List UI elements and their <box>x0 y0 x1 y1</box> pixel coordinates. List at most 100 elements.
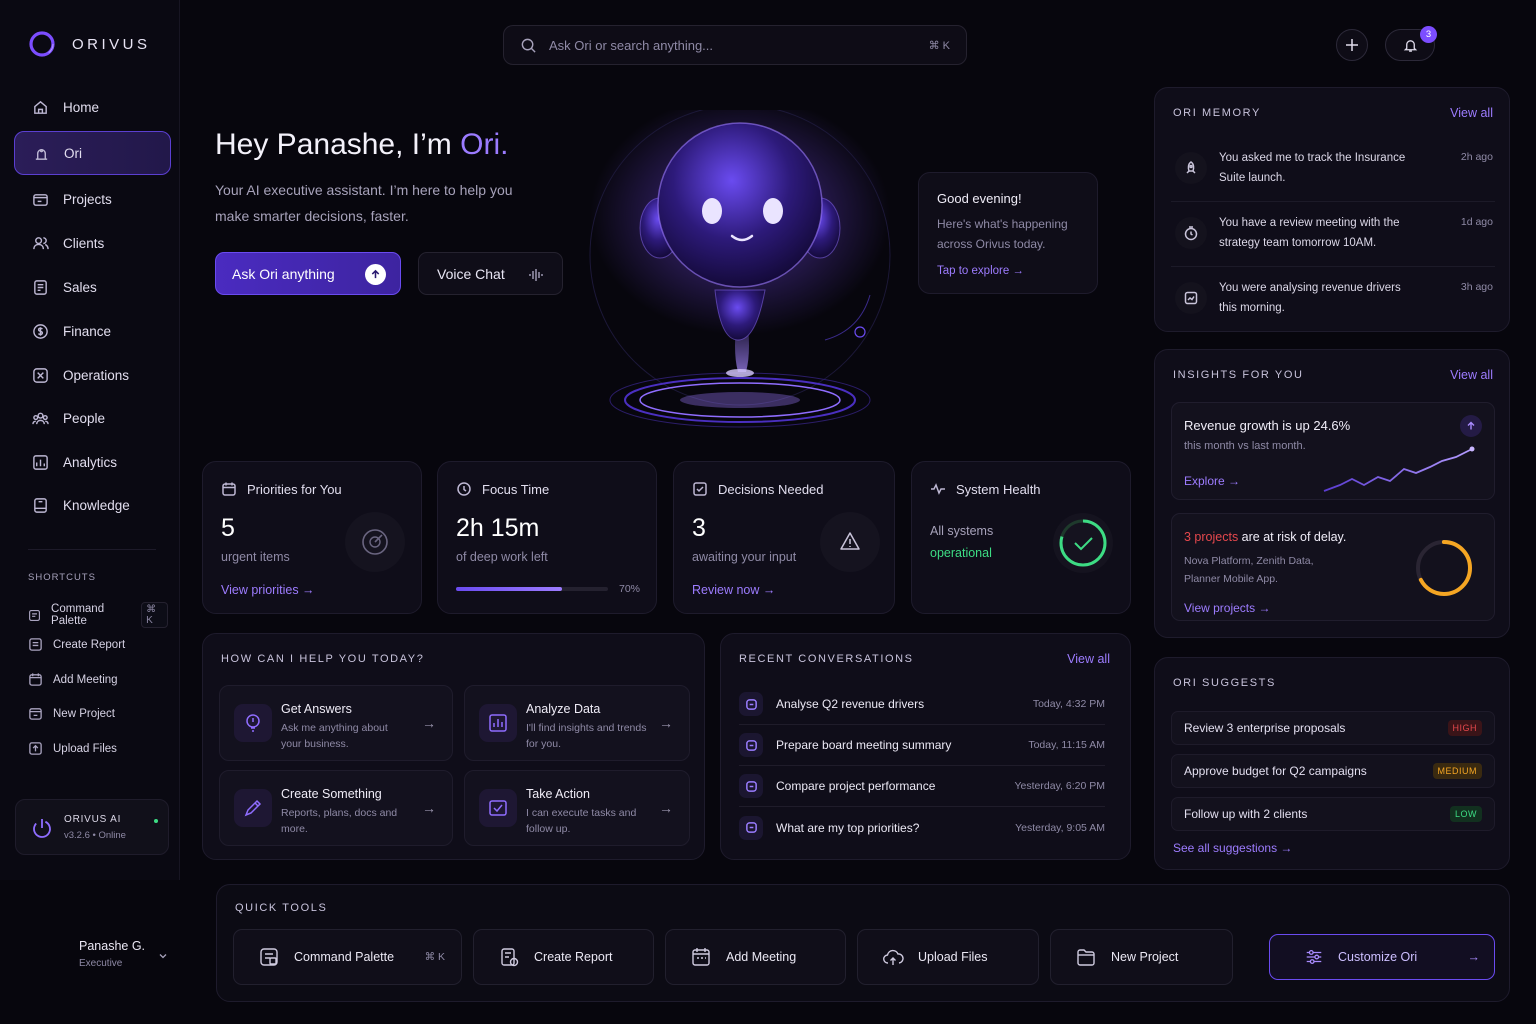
add-button[interactable] <box>1336 29 1368 61</box>
suggestion-label: Approve budget for Q2 campaigns <box>1184 764 1367 778</box>
sidebar-divider <box>28 549 156 550</box>
nav-home[interactable]: Home <box>14 85 171 129</box>
decisions-title: Decisions Needed <box>692 481 824 497</box>
memory-item[interactable]: You have a review meeting with the strat… <box>1171 203 1495 267</box>
conversation-item[interactable]: Compare project performance Yesterday, 6… <box>739 766 1105 807</box>
user-profile[interactable]: Panashe G. Executive <box>30 930 180 980</box>
system-name: ORIVUS AI <box>64 814 122 825</box>
memory-time: 2h ago <box>1460 151 1493 163</box>
tile-get-answers[interactable]: Get Answers Ask me anything about your b… <box>219 685 453 761</box>
ask-ori-button[interactable]: Ask Ori anything <box>215 252 401 295</box>
arrow-right-icon: → <box>659 800 673 816</box>
system-status-card[interactable]: ORIVUS AI v3.2.6 • Online <box>15 799 169 855</box>
shortcut-new-project[interactable]: New Project <box>28 706 168 721</box>
nav-knowledge[interactable]: Knowledge <box>14 483 171 527</box>
chart-icon <box>489 714 507 732</box>
conversation-title: Compare project performance <box>776 779 936 793</box>
quick-tool-upload-files[interactable]: Upload Files <box>857 929 1039 985</box>
brand-logo[interactable]: ORIVUS <box>28 30 151 58</box>
quick-tool-add-meeting[interactable]: Add Meeting <box>665 929 846 985</box>
nav-label: Clients <box>63 235 105 251</box>
nav-analytics[interactable]: Analytics <box>14 440 171 484</box>
nav-sales[interactable]: Sales <box>14 265 171 309</box>
shortcut-command-palette[interactable]: Command Palette ⌘ K <box>28 602 169 628</box>
see-all-suggestions-link[interactable]: See all suggestions → <box>1173 841 1292 855</box>
search-bar[interactable]: ⌘ K <box>503 25 967 65</box>
conversation-item[interactable]: Analyse Q2 revenue drivers Today, 4:32 P… <box>739 684 1105 725</box>
customize-label: Customize Ori <box>1338 950 1418 964</box>
user-name: Panashe G. <box>79 939 146 953</box>
view-projects-link[interactable]: View projects → <box>1184 601 1270 615</box>
power-icon <box>33 819 51 838</box>
warning-icon <box>820 512 880 572</box>
tile-desc: I can execute tasks and follow up. <box>526 807 637 835</box>
tile-take-action[interactable]: Take Action I can execute tasks and foll… <box>464 770 690 846</box>
shortcut-upload-files[interactable]: Upload Files <box>28 741 168 756</box>
insights-view-all[interactable]: View all <box>1450 368 1493 382</box>
risk-insight-card[interactable]: 3 projects are at risk of delay. Nova Pl… <box>1171 513 1495 621</box>
clock-icon <box>1175 217 1207 249</box>
conversation-item[interactable]: What are my top priorities? Yesterday, 9… <box>739 807 1105 848</box>
nav-people[interactable]: People <box>14 396 171 440</box>
conversation-item[interactable]: Prepare board meeting summary Today, 11:… <box>739 725 1105 766</box>
voice-chat-button[interactable]: Voice Chat <box>418 252 563 295</box>
greeting-bubble[interactable]: Good evening! Here's what's happening ac… <box>918 172 1098 294</box>
focus-time-card[interactable]: Focus Time 2h 15m of deep work left 70% <box>437 461 657 614</box>
tile-title: Analyze Data <box>526 702 601 716</box>
memory-panel: ORI MEMORY View all You asked me to trac… <box>1154 87 1510 332</box>
tile-create-something[interactable]: Create Something Reports, plans, docs an… <box>219 770 453 846</box>
suggestion-item[interactable]: Review 3 enterprise proposals HIGH <box>1171 711 1495 745</box>
quick-tool-create-report[interactable]: Create Report <box>473 929 654 985</box>
ori-mascot-illustration <box>589 110 891 428</box>
create-report-icon <box>501 948 519 967</box>
priorities-card[interactable]: Priorities for You 5 urgent items View p… <box>202 461 422 614</box>
review-now-link[interactable]: Review now → <box>692 583 775 597</box>
suggestion-item[interactable]: Approve budget for Q2 campaigns MEDIUM <box>1171 754 1495 788</box>
nav-label: Analytics <box>63 454 118 470</box>
tile-icon <box>234 704 272 742</box>
conversations-view-all[interactable]: View all <box>1067 652 1110 666</box>
hero-subtitle-line: make smarter decisions, faster. <box>215 208 409 224</box>
priority-badge-low: LOW <box>1449 806 1482 822</box>
system-health-card[interactable]: System Health All systems operational <box>911 461 1131 614</box>
nav-ori[interactable]: Ori <box>14 131 171 175</box>
suggestion-item[interactable]: Follow up with 2 clients LOW <box>1171 797 1495 831</box>
arrow-right-icon: → <box>422 800 436 816</box>
revenue-insight-card[interactable]: Revenue growth is up 24.6% this month vs… <box>1171 402 1495 500</box>
tile-desc: Ask me anything about your business. <box>281 722 388 750</box>
tile-analyze-data[interactable]: Analyze Data I'll find insights and tren… <box>464 685 690 761</box>
view-priorities-link[interactable]: View priorities → <box>221 583 315 597</box>
folder-plus-icon <box>29 708 42 720</box>
memory-item[interactable]: You were analysing revenue drivers this … <box>1171 268 1495 332</box>
focus-title-text: Focus Time <box>482 481 550 497</box>
memory-item[interactable]: You asked me to track the Insurance Suit… <box>1171 138 1495 202</box>
risk-projects: Nova Platform, Zenith Data, Planner Mobi… <box>1184 552 1314 588</box>
quick-tool-label: Upload Files <box>918 950 988 964</box>
nav-label: Operations <box>63 367 130 383</box>
decisions-card[interactable]: Decisions Needed 3 awaiting your input R… <box>673 461 895 614</box>
tap-to-explore-link[interactable]: Tap to explore → <box>937 265 1024 277</box>
customize-ori-button[interactable]: Customize Ori → <box>1269 934 1495 980</box>
notification-badge: 3 <box>1420 26 1437 43</box>
bubble-line: Here's what's happening <box>937 217 1068 231</box>
shortcut-add-meeting[interactable]: Add Meeting <box>28 672 168 687</box>
people-icon <box>32 412 49 424</box>
nav-label: Ori <box>64 145 82 161</box>
quick-tool-new-project[interactable]: New Project <box>1050 929 1233 985</box>
shortcut-create-report[interactable]: Create Report <box>28 637 168 652</box>
nav-projects[interactable]: Projects <box>14 177 171 221</box>
decisions-title-text: Decisions Needed <box>718 481 824 497</box>
sliders-icon <box>1306 950 1322 964</box>
tile-icon <box>234 789 272 827</box>
quick-tool-command-palette[interactable]: Command Palette ⌘ K <box>233 929 462 985</box>
explore-link[interactable]: Explore → <box>1184 474 1240 488</box>
nav-clients[interactable]: Clients <box>14 221 171 265</box>
focus-title: Focus Time <box>456 481 549 497</box>
revenue-sparkline <box>1323 446 1475 492</box>
nav-finance[interactable]: Finance <box>14 309 171 353</box>
memory-view-all[interactable]: View all <box>1450 106 1493 120</box>
suggests-panel: ORI SUGGESTS Review 3 enterprise proposa… <box>1154 657 1510 870</box>
search-input[interactable] <box>549 37 917 53</box>
nav-operations[interactable]: Operations <box>14 353 171 397</box>
conversations-panel: RECENT CONVERSATIONS View all Analyse Q2… <box>720 633 1131 860</box>
